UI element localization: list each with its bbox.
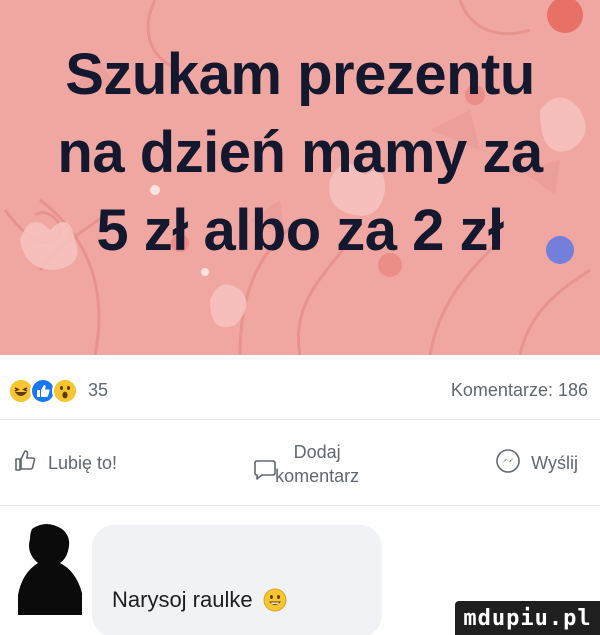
comment-bubble: Narysoj raulke [92,525,382,635]
reactions-summary[interactable]: 35 [8,377,109,404]
watermark-logo: mdupiu.pl [455,601,600,635]
post-title: Szukam prezentu na dzień mamy za 5 zł al… [0,36,600,270]
comment-label: Dodaj komentarz [275,440,359,488]
commenter-avatar[interactable] [10,523,90,615]
comment-label-line: komentarz [275,465,360,486]
thumbs-up-icon [14,449,38,478]
comment-label-line: Dodaj [293,441,341,462]
messenger-icon [495,448,521,479]
wow-reaction-icon [52,377,78,404]
post-image[interactable]: Szukam prezentu na dzień mamy za 5 zł al… [0,0,600,355]
reaction-count: 35 [88,380,109,400]
comment-text: Narysoj raulke [112,587,287,613]
post-title-line: na dzień mamy za [57,120,543,185]
send-label: Wyślij [531,453,578,473]
smile-emoji-icon [263,588,287,612]
comment-body: Narysoj raulke [112,587,253,612]
post-stats: 35 Komentarze: 186 [0,362,600,420]
like-button[interactable]: Lubię to! [14,449,117,478]
post-title-line: Szukam prezentu [65,42,535,107]
like-label: Lubię to! [48,453,118,473]
watermark-text: mdupiu.pl [463,605,592,631]
post-title-line: 5 zł albo za 2 zł [96,198,504,263]
send-button[interactable]: Wyślij [495,448,578,479]
post-action-bar: Lubię to! Dodaj komentarz Wyślij [0,422,600,506]
comment-button[interactable]: Dodaj komentarz [253,440,359,488]
comment-count[interactable]: Komentarze: 186 [451,380,588,401]
speech-bubble-icon [253,458,277,487]
